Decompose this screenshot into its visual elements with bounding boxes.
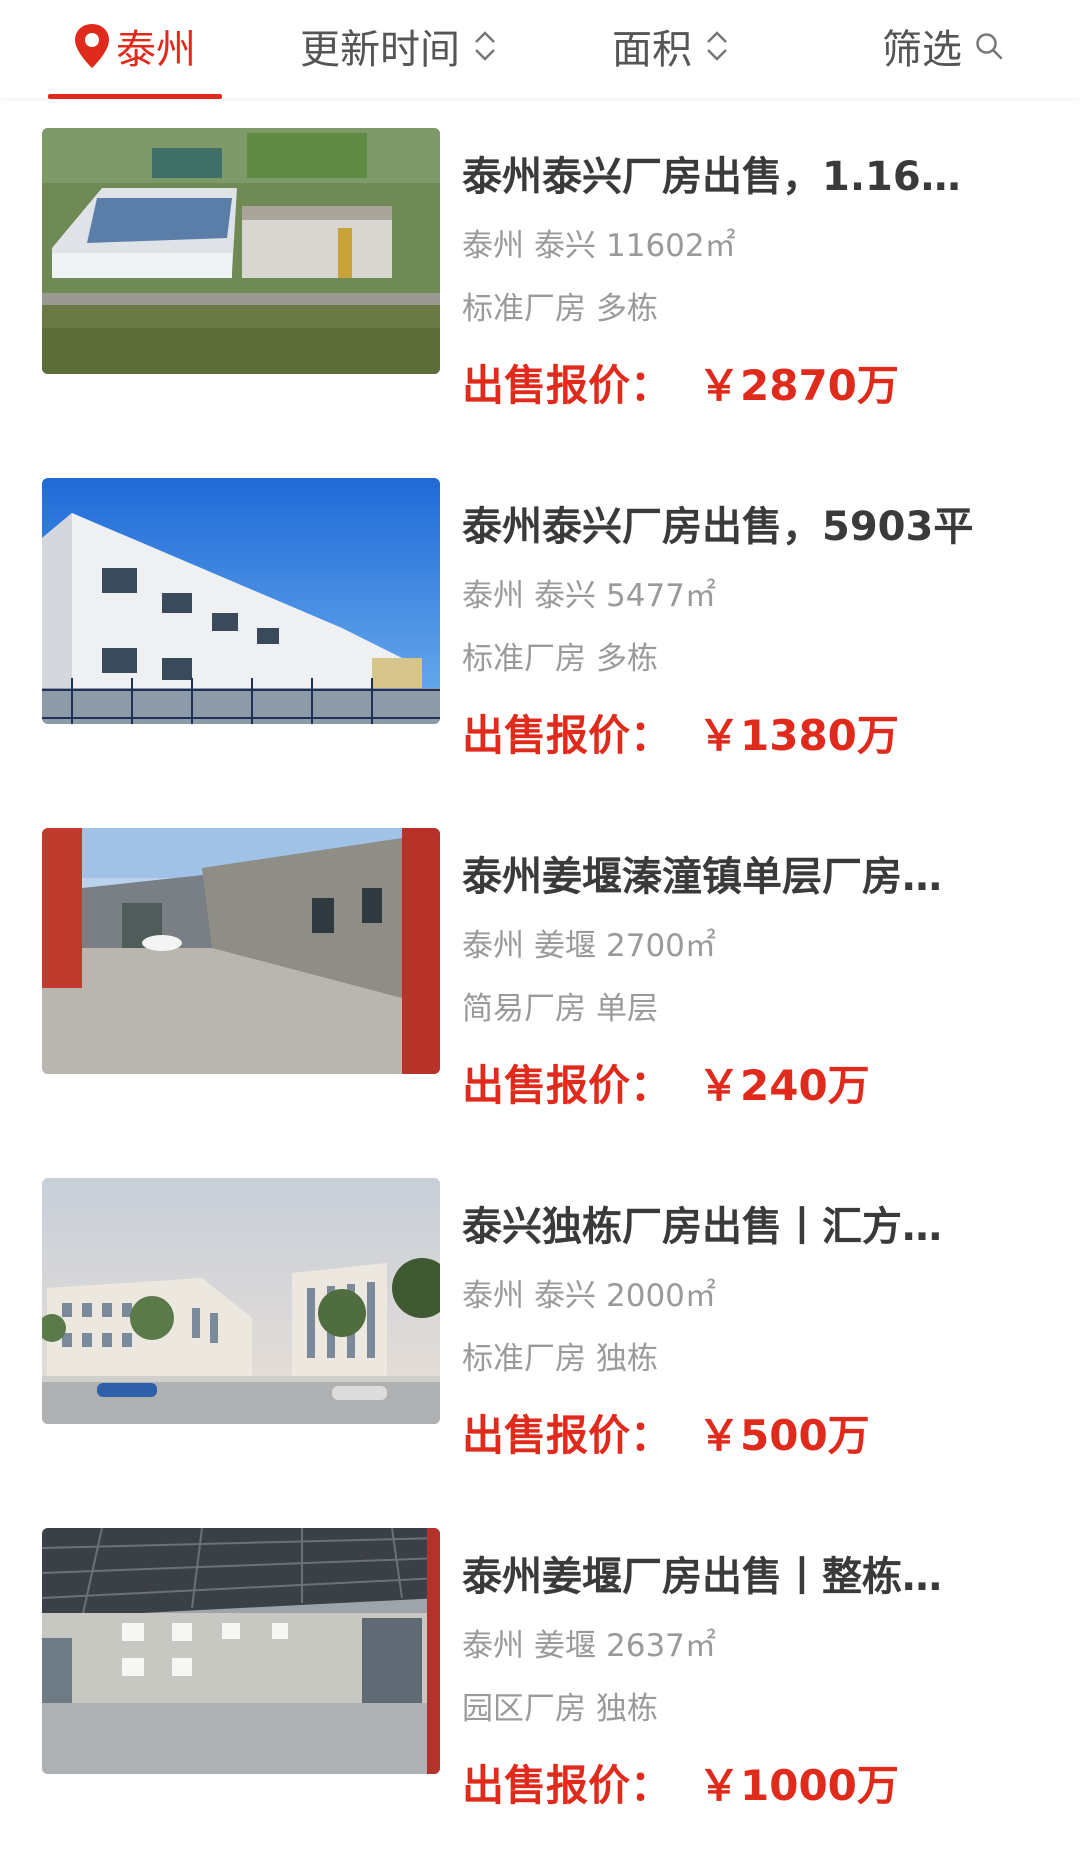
price-label: 出售报价： bbox=[462, 1761, 673, 1810]
listing-district: 泰兴 bbox=[534, 1278, 596, 1314]
listing-area: 11602㎡ bbox=[606, 228, 736, 264]
white-factory-building-photo bbox=[42, 478, 440, 724]
price-value: ￥2870万 bbox=[698, 361, 899, 410]
listing-location: 泰州 姜堰 2700㎡ bbox=[462, 926, 716, 966]
listing-location: 泰州 姜堰 2637㎡ bbox=[462, 1626, 716, 1666]
filter-label: 筛选 bbox=[882, 27, 962, 73]
listing-title: 泰州泰兴厂房出售，5903平 bbox=[462, 504, 974, 550]
price-label: 出售报价： bbox=[462, 1411, 673, 1460]
listing-price: 出售报价： ￥240万 bbox=[462, 1060, 870, 1112]
listing-floors: 单层 bbox=[596, 991, 658, 1027]
listing-title: 泰州泰兴厂房出售，1.16… bbox=[462, 154, 961, 200]
sort-update-label: 更新时间 bbox=[300, 27, 460, 73]
listing-area: 2000㎡ bbox=[606, 1278, 716, 1314]
listing-district: 泰兴 bbox=[534, 228, 596, 264]
listing-card[interactable]: 泰州泰兴厂房出售，1.16… 泰州 泰兴 11602㎡ 标准厂房 多栋 出售报价： ￥2… bbox=[0, 98, 1080, 410]
listing-district: 泰兴 bbox=[534, 578, 596, 614]
price-label: 出售报价： bbox=[462, 361, 673, 410]
sort-arrows-icon bbox=[707, 31, 727, 61]
listing-price: 出售报价： ￥2870万 bbox=[462, 360, 899, 412]
filter-bar: 泰州 更新时间 面积 筛选 bbox=[0, 0, 1080, 99]
listing-district: 姜堰 bbox=[534, 1628, 596, 1664]
listing-type: 简易厂房 bbox=[462, 991, 586, 1027]
listing-city: 泰州 bbox=[462, 1628, 524, 1664]
listing-card[interactable]: 泰兴独栋厂房出售丨汇方… 泰州 泰兴 2000㎡ 标准厂房 独栋 出售报价： ￥500万 bbox=[0, 1148, 1080, 1460]
listing-type: 园区厂房 bbox=[462, 1691, 586, 1727]
city-label: 泰州 bbox=[116, 27, 196, 73]
listing-location: 泰州 泰兴 11602㎡ bbox=[462, 226, 736, 266]
sort-area-label: 面积 bbox=[612, 27, 692, 73]
listing-tags: 标准厂房 独栋 bbox=[462, 1339, 658, 1379]
listing-price: 出售报价： ￥500万 bbox=[462, 1410, 870, 1462]
search-icon bbox=[976, 33, 1003, 60]
listing-tags: 简易厂房 单层 bbox=[462, 989, 658, 1029]
listing-location: 泰州 泰兴 5477㎡ bbox=[462, 576, 716, 616]
industrial-park-rendering bbox=[42, 1178, 440, 1424]
active-tab-indicator bbox=[48, 94, 222, 99]
listing-tags: 园区厂房 独栋 bbox=[462, 1689, 658, 1729]
listing-card[interactable]: 泰州姜堰厂房出售丨整栋… 泰州 姜堰 2637㎡ 园区厂房 独栋 出售报价： ￥1000… bbox=[0, 1498, 1080, 1810]
price-label: 出售报价： bbox=[462, 711, 673, 760]
city-selector-tab[interactable]: 泰州 bbox=[72, 0, 196, 92]
price-label: 出售报价： bbox=[462, 1061, 673, 1110]
listing-title: 泰州姜堰溱潼镇单层厂房… bbox=[462, 854, 942, 900]
listing-floors: 多栋 bbox=[596, 291, 658, 327]
sort-update-time-tab[interactable]: 更新时间 bbox=[300, 0, 498, 92]
listing-city: 泰州 bbox=[462, 1278, 524, 1314]
listing-floors: 独栋 bbox=[596, 1691, 658, 1727]
price-value: ￥500万 bbox=[698, 1411, 870, 1460]
listing-area: 2700㎡ bbox=[606, 928, 716, 964]
listing-type: 标准厂房 bbox=[462, 1341, 586, 1377]
listing-city: 泰州 bbox=[462, 578, 524, 614]
listing-price: 出售报价： ￥1000万 bbox=[462, 1760, 899, 1812]
sort-area-tab[interactable]: 面积 bbox=[612, 0, 730, 92]
listing-location: 泰州 泰兴 2000㎡ bbox=[462, 1276, 716, 1316]
listing-floors: 独栋 bbox=[596, 1341, 658, 1377]
aerial-factory-photo bbox=[42, 128, 440, 374]
price-value: ￥240万 bbox=[698, 1061, 870, 1110]
listing-city: 泰州 bbox=[462, 228, 524, 264]
listing-type: 标准厂房 bbox=[462, 291, 586, 327]
listing-tags: 标准厂房 多栋 bbox=[462, 289, 658, 329]
listing-city: 泰州 bbox=[462, 928, 524, 964]
listing-district: 姜堰 bbox=[534, 928, 596, 964]
listing-type: 标准厂房 bbox=[462, 641, 586, 677]
listing-title: 泰州姜堰厂房出售丨整栋… bbox=[462, 1554, 942, 1600]
filter-tab[interactable]: 筛选 bbox=[882, 0, 1004, 92]
listing-area: 5477㎡ bbox=[606, 578, 716, 614]
price-value: ￥1000万 bbox=[698, 1761, 899, 1810]
warehouse-interior-photo bbox=[42, 1528, 440, 1774]
factory-yard-photo bbox=[42, 828, 440, 1074]
location-pin-icon bbox=[75, 24, 109, 68]
listing-title: 泰兴独栋厂房出售丨汇方… bbox=[462, 1204, 942, 1250]
listing-card[interactable]: 泰州泰兴厂房出售，5903平 泰州 泰兴 5477㎡ 标准厂房 多栋 出售报价： ￥13… bbox=[0, 448, 1080, 760]
listing-area: 2637㎡ bbox=[606, 1628, 716, 1664]
listing-tags: 标准厂房 多栋 bbox=[462, 639, 658, 679]
price-value: ￥1380万 bbox=[698, 711, 899, 760]
listing-card[interactable]: 泰州姜堰溱潼镇单层厂房… 泰州 姜堰 2700㎡ 简易厂房 单层 出售报价： ￥240万 bbox=[0, 798, 1080, 1110]
listing-price: 出售报价： ￥1380万 bbox=[462, 710, 899, 762]
listing-floors: 多栋 bbox=[596, 641, 658, 677]
sort-arrows-icon bbox=[475, 31, 495, 61]
